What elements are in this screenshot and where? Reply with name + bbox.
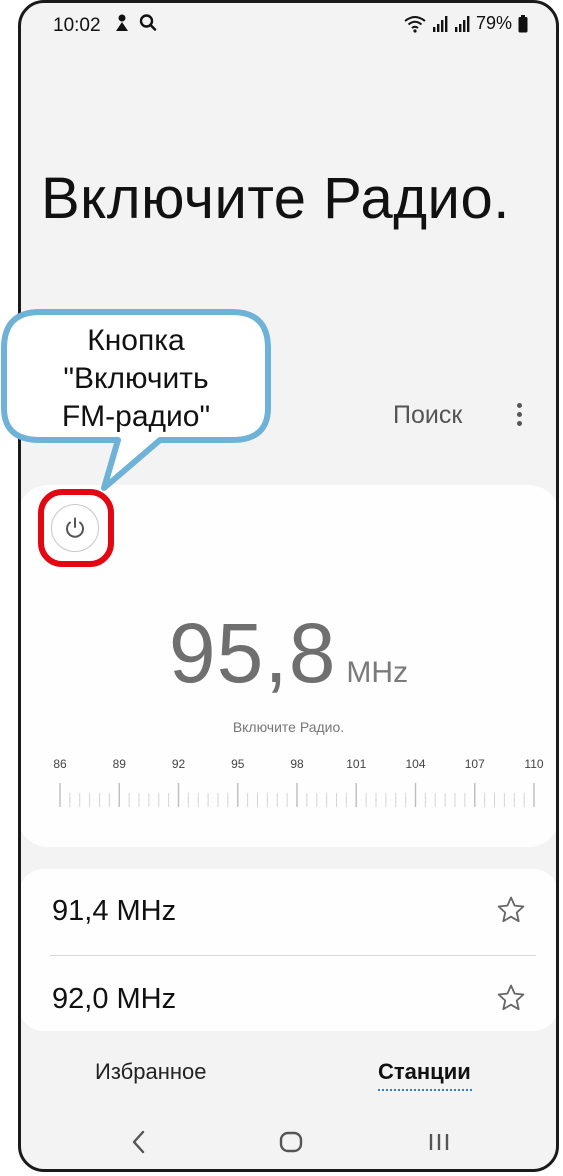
scale-label: 107: [464, 757, 485, 771]
scale-label: 92: [171, 757, 186, 771]
station-item[interactable]: 91,4 MHz: [21, 869, 556, 953]
search-status-icon: [139, 14, 157, 31]
status-bar: 10:02 79%: [21, 3, 556, 47]
station-list: 91,4 MHz 92,0 MHz: [21, 869, 556, 1031]
scale-label: 110: [524, 757, 544, 771]
tuner-hint: Включите Радио.: [232, 719, 345, 735]
tab-stations[interactable]: Станции: [378, 1059, 471, 1085]
battery-icon: [518, 14, 528, 32]
battery-percent: 79%: [475, 13, 512, 33]
frequency-scale-labels: 86 89 92 95 98 101 104 107 110: [21, 757, 556, 777]
star-outline-icon[interactable]: [496, 895, 526, 925]
page-title: Включите Радио.: [41, 166, 510, 231]
tuner-card: 95,8 MHz Включите Радио. 86 89 92 95 98 101 104…: [18, 485, 559, 847]
station-frequency: 91,4 MHz: [52, 895, 177, 927]
scale-label: 101: [346, 757, 367, 771]
tab-favorites[interactable]: Избранное: [95, 1059, 207, 1085]
frequency-display: 95,8 MHz: [21, 605, 556, 702]
station-frequency: 92,0 MHz: [52, 983, 177, 1015]
power-icon: [66, 517, 84, 538]
search-button[interactable]: Поиск: [393, 401, 462, 430]
home-icon[interactable]: [279, 1129, 303, 1155]
scale-label: 86: [53, 757, 67, 771]
scale-label: 89: [112, 757, 126, 771]
status-notification-icons: [113, 13, 157, 33]
more-options-icon[interactable]: [507, 401, 531, 431]
back-icon[interactable]: [131, 1129, 147, 1155]
active-tab-indicator: [378, 1089, 472, 1091]
page: 10:02 79% Включите Радио. Поиск 95,8 MHz…: [0, 0, 563, 1176]
wifi-icon: [404, 15, 426, 33]
recent-apps-icon[interactable]: [427, 1129, 451, 1155]
phone-screen: 10:02 79% Включите Радио. Поиск 95,8 MHz…: [18, 0, 559, 1172]
bixby-icon: [116, 14, 128, 31]
power-button[interactable]: [51, 504, 99, 552]
station-item[interactable]: 92,0 MHz: [21, 957, 556, 1041]
frequency-value: 95,8: [168, 606, 337, 700]
status-system-icons: 79%: [404, 13, 528, 34]
frequency-unit: MHz: [346, 656, 409, 689]
scale-label: 98: [290, 757, 304, 771]
scale-label: 104: [405, 757, 426, 771]
signal-1-icon: [432, 15, 448, 32]
signal-2-icon: [454, 15, 470, 32]
status-time: 10:02: [53, 15, 101, 36]
station-divider: [50, 955, 536, 956]
frequency-scale[interactable]: [18, 781, 559, 811]
star-outline-icon[interactable]: [496, 983, 526, 1013]
scale-label: 95: [231, 757, 245, 771]
